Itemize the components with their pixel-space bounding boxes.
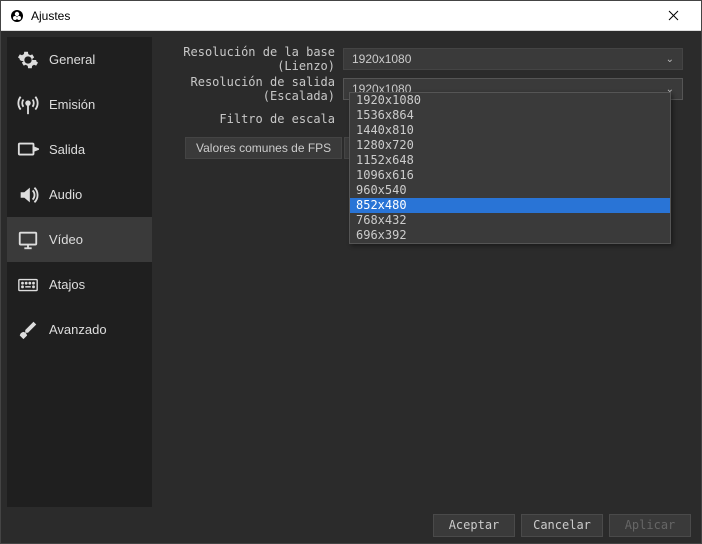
sidebar: General Emisión Salida Audio [7,37,152,507]
sidebar-item-stream[interactable]: Emisión [7,82,152,127]
dropdown-option[interactable]: 1920x1080 [350,93,670,108]
sidebar-item-label: Audio [49,187,82,202]
sidebar-item-label: Vídeo [49,232,83,247]
dropdown-option[interactable]: 1152x648 [350,153,670,168]
base-resolution-value: 1920x1080 [352,52,411,66]
sidebar-item-audio[interactable]: Audio [7,172,152,217]
sidebar-item-label: General [49,52,95,67]
output-resolution-label: Resolución de salida (Escalada) [158,75,343,103]
dropdown-option[interactable]: 852x480 [350,198,670,213]
video-icon [17,229,39,251]
audio-icon [17,184,39,206]
base-resolution-label: Resolución de la base (Lienzo) [158,45,343,73]
sidebar-item-video[interactable]: Vídeo [7,217,152,262]
broadcast-icon [17,94,39,116]
accept-button[interactable]: Aceptar [433,514,515,537]
sidebar-item-label: Emisión [49,97,95,112]
sidebar-item-hotkeys[interactable]: Atajos [7,262,152,307]
chevron-down-icon: ⌄ [666,54,674,65]
fps-combo[interactable]: Valores comunes de FPS [185,137,342,159]
content-panel: Resolución de la base (Lienzo) 1920x1080… [152,37,695,507]
tools-icon [17,319,39,341]
dropdown-option[interactable]: 696x392 [350,228,670,243]
dropdown-option[interactable]: 768x432 [350,213,670,228]
scale-filter-label: Filtro de escala [158,112,343,126]
sidebar-item-advanced[interactable]: Avanzado [7,307,152,352]
base-resolution-row: Resolución de la base (Lienzo) 1920x1080… [158,45,683,73]
window-body: General Emisión Salida Audio [1,31,701,507]
sidebar-item-label: Atajos [49,277,85,292]
app-icon [9,8,25,24]
close-button[interactable] [653,2,693,30]
apply-button[interactable]: Aplicar [609,514,691,537]
footer: Aceptar Cancelar Aplicar [1,507,701,543]
gear-icon [17,49,39,71]
output-icon [17,139,39,161]
base-resolution-combo[interactable]: 1920x1080 ⌄ [343,48,683,70]
sidebar-item-label: Salida [49,142,85,157]
dropdown-option[interactable]: 1280x720 [350,138,670,153]
dropdown-option[interactable]: 1096x616 [350,168,670,183]
keyboard-icon [17,274,39,296]
dropdown-option[interactable]: 1536x864 [350,108,670,123]
titlebar: Ajustes [1,1,701,31]
cancel-button[interactable]: Cancelar [521,514,603,537]
sidebar-item-label: Avanzado [49,322,107,337]
dropdown-option[interactable]: 1440x810 [350,123,670,138]
window-title: Ajustes [31,9,70,23]
output-resolution-dropdown[interactable]: 1920x10801536x8641440x8101280x7201152x64… [349,92,671,244]
settings-window: Ajustes General Emisión S [0,0,702,544]
fps-label: Valores comunes de FPS [196,141,331,155]
sidebar-item-output[interactable]: Salida [7,127,152,172]
dropdown-option[interactable]: 960x540 [350,183,670,198]
sidebar-item-general[interactable]: General [7,37,152,82]
